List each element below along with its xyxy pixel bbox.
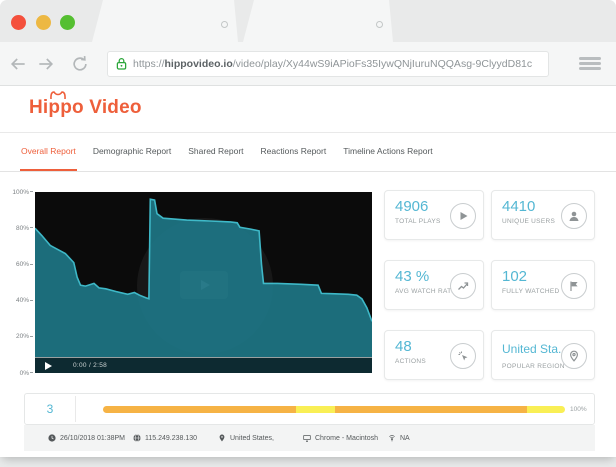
secure-lock-icon: [116, 57, 127, 70]
trend-icon: [450, 273, 476, 299]
watch-curve-svg: [35, 192, 372, 357]
user-icon: [561, 203, 587, 229]
progress-segment: [335, 406, 527, 413]
progress-segment: [103, 406, 296, 413]
refresh-icon[interactable]: [70, 54, 90, 74]
play-icon: [450, 203, 476, 229]
network-icon: [388, 434, 396, 442]
flag-icon: [561, 273, 587, 299]
stat-card-actions[interactable]: 48 ACTIONS: [384, 330, 484, 380]
meta-timestamp: 26/10/2018 01:38PM: [48, 434, 133, 442]
tab-close-icon[interactable]: [221, 21, 228, 28]
clock-icon: [48, 434, 56, 442]
y-axis-tick: 100%: [6, 189, 33, 196]
tab-timeline-actions-report[interactable]: Timeline Actions Report: [342, 133, 433, 171]
globe-icon: [133, 434, 141, 442]
hippo-ears-icon: [49, 90, 67, 99]
video-player[interactable]: 0:00 / 2:58: [35, 192, 372, 373]
viewer-row[interactable]: 3 100%: [24, 393, 595, 425]
player-controls: 0:00 / 2:58: [35, 357, 372, 373]
y-axis-tick: 0%: [6, 370, 33, 377]
stats-grid: 4906 TOTAL PLAYS 4410 UNIQUE USERS 43 % …: [384, 190, 595, 380]
meta-ip-address: 115.249.238.130: [133, 434, 218, 442]
stat-card-fully-watched[interactable]: 102 FULLY WATCHED: [491, 260, 595, 310]
stat-card-total-plays[interactable]: 4906 TOTAL PLAYS: [384, 190, 484, 240]
meta-network: NA: [388, 434, 473, 442]
meta-location: United States,: [218, 434, 303, 442]
map-pin-icon: [561, 343, 587, 369]
url-text: https://hippovideo.io/video/play/Xy44wS9…: [133, 58, 532, 70]
y-axis-tick: 60%: [6, 261, 33, 268]
time-display: 0:00 / 2:58: [73, 362, 107, 369]
y-axis-tick: 40%: [6, 297, 33, 304]
browser-tab-1[interactable]: [92, 0, 238, 42]
viewer-meta-strip: 26/10/2018 01:38PM 115.249.238.130 Unite…: [24, 425, 595, 451]
stat-card-popular-region[interactable]: United Sta.. POPULAR REGION: [491, 330, 595, 380]
viewer-count: 3: [25, 402, 75, 416]
maximize-window-button[interactable]: [60, 15, 75, 30]
report-tab-bar: Overall Report Demographic Report Shared…: [0, 133, 616, 172]
back-icon[interactable]: [8, 54, 28, 74]
tab-reactions-report[interactable]: Reactions Report: [260, 133, 328, 171]
y-axis-tick: 80%: [6, 225, 33, 232]
progress-segment: [527, 406, 565, 413]
monitor-icon: [303, 434, 311, 442]
close-window-button[interactable]: [11, 15, 26, 30]
forward-icon[interactable]: [36, 54, 56, 74]
stat-card-avg-watch-rate[interactable]: 43 % AVG WATCH RATE: [384, 260, 484, 310]
watch-curve-area: [35, 199, 372, 357]
cursor-click-icon: [450, 343, 476, 369]
menu-icon[interactable]: [579, 55, 601, 73]
y-axis-tick: 20%: [6, 333, 33, 340]
browser-chrome: [0, 0, 616, 42]
watch-progress-bar[interactable]: [103, 406, 565, 413]
divider: [75, 396, 76, 422]
tab-shared-report[interactable]: Shared Report: [187, 133, 244, 171]
meta-browser-os: Chrome - Macintosh: [303, 434, 388, 442]
address-bar[interactable]: https://hippovideo.io/video/play/Xy44wS9…: [107, 51, 549, 77]
tab-close-icon[interactable]: [376, 21, 383, 28]
report-body: 100% 80% 60% 40% 20% 0% 0:00 / 2:58: [0, 172, 616, 457]
progress-percent-label: 100%: [570, 406, 587, 413]
page-content: Hippo Video Overall Report Demographic R…: [0, 85, 616, 457]
map-pin-icon: [218, 434, 226, 442]
play-button[interactable]: [45, 362, 52, 370]
browser-window: https://hippovideo.io/video/play/Xy44wS9…: [0, 0, 616, 457]
browser-tab-2[interactable]: [243, 0, 393, 42]
hippo-video-logo[interactable]: Hippo Video: [29, 97, 142, 119]
progress-segment: [296, 406, 336, 413]
site-header: Hippo Video: [0, 86, 616, 133]
tab-overall-report[interactable]: Overall Report: [20, 133, 77, 171]
minimize-window-button[interactable]: [36, 15, 51, 30]
browser-toolbar: https://hippovideo.io/video/play/Xy44wS9…: [0, 42, 616, 85]
tab-demographic-report[interactable]: Demographic Report: [92, 133, 172, 171]
stat-card-unique-users[interactable]: 4410 UNIQUE USERS: [491, 190, 595, 240]
